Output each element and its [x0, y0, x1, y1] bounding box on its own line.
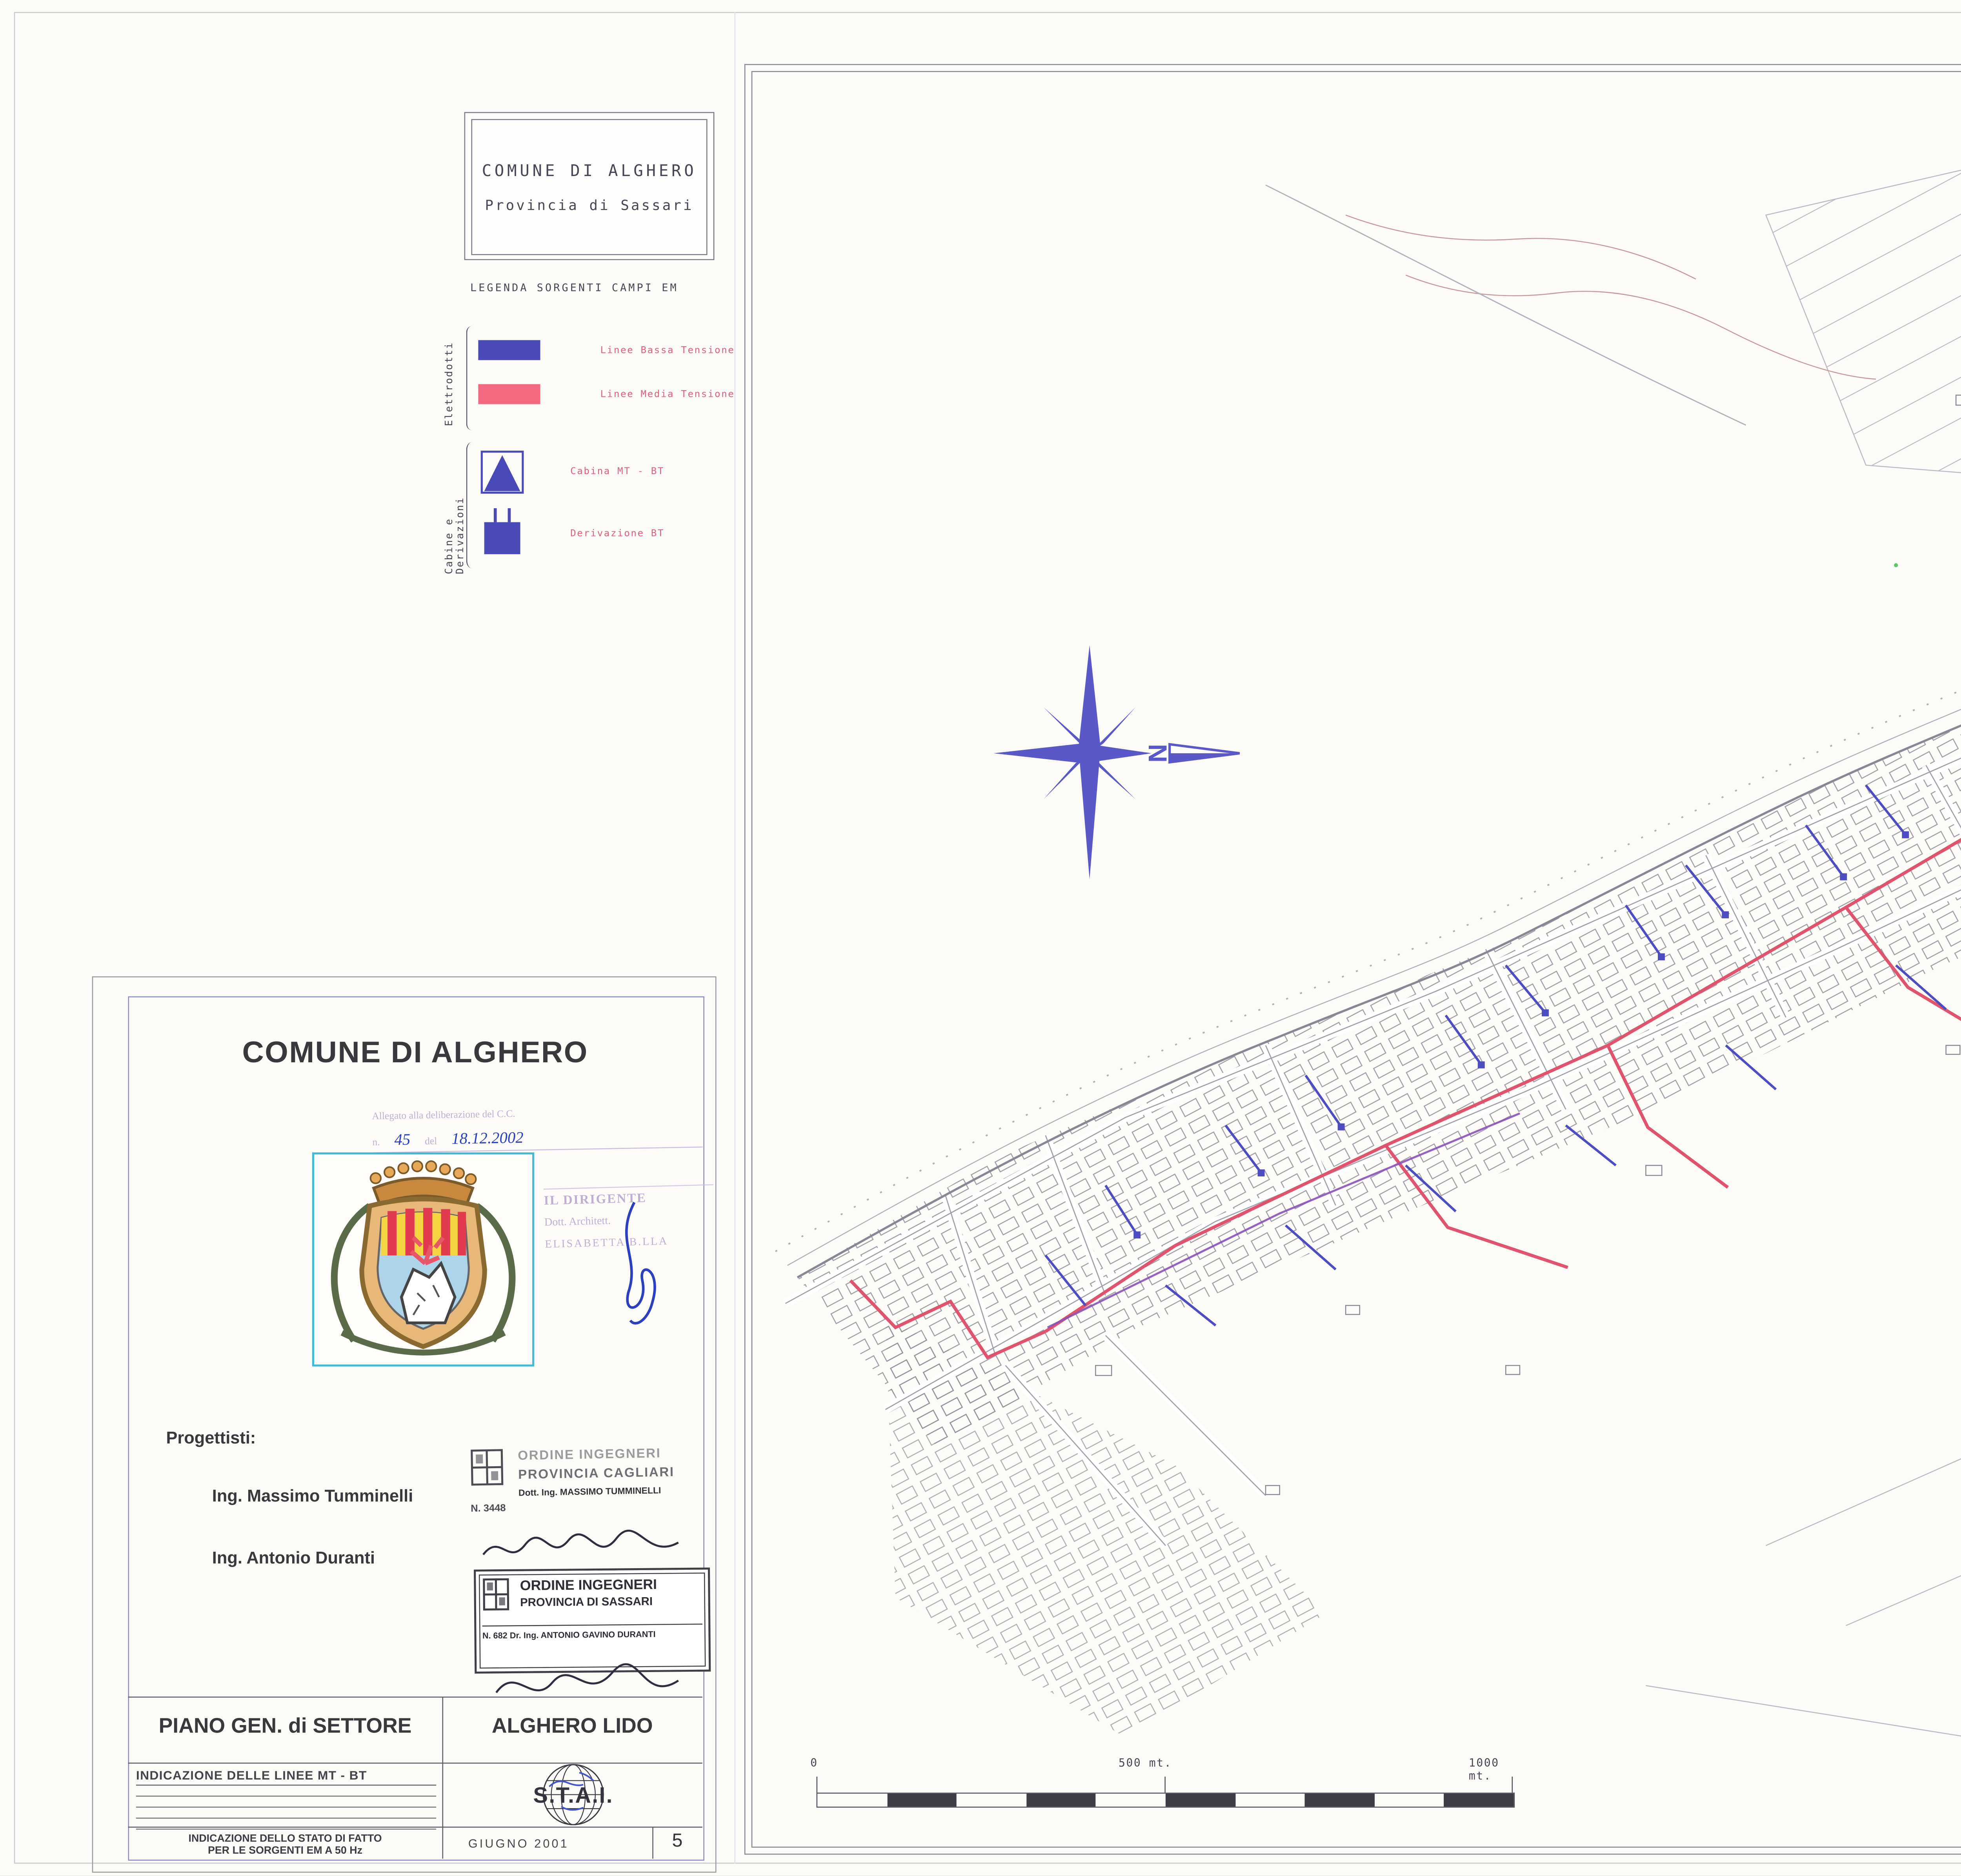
- piano-settore-title: PIANO GEN. di SETTORE: [128, 1714, 442, 1738]
- progettisti-label: Progettisti:: [166, 1429, 256, 1449]
- stamp-n: n.: [372, 1137, 380, 1148]
- field-area-ne: [1766, 123, 1961, 495]
- cabina-label: Cabina MT - BT: [570, 466, 664, 477]
- title-block-comune: COMUNE DI ALGHERO: [140, 1036, 690, 1071]
- compass-north-letter: N: [1143, 744, 1172, 763]
- stai-text: S.T.A.I.: [518, 1783, 628, 1809]
- revision-line: [136, 1807, 436, 1808]
- deliberation-number: 45: [394, 1132, 411, 1149]
- cagliari-stamp-line1: ORDINE INGEGNERI: [518, 1445, 674, 1463]
- cagliari-stamp-line3: Dott. Ing. MASSIMO TUMMINELLI: [518, 1485, 675, 1498]
- em-bracket-1: [466, 326, 474, 430]
- bt-line-swatch: [478, 340, 540, 360]
- stato-di-fatto-line1: INDICAZIONE DELLO STATO DI FATTO: [128, 1832, 442, 1845]
- mt-line-swatch: [478, 384, 540, 404]
- compass-rose: N: [993, 645, 1240, 879]
- revision-line: [136, 1796, 436, 1797]
- cagliari-stamp-number: N. 3448: [471, 1503, 511, 1515]
- cagliari-stamp-shield-icon: [470, 1448, 507, 1493]
- deliberation-stamp: Allegato alla deliberazione del C.C. n. …: [372, 1105, 703, 1153]
- date-giugno-2001: GIUGNO 2001: [468, 1837, 569, 1851]
- comune-title: COMUNE DI ALGHERO: [482, 160, 697, 179]
- sassari-stamp-line3: N. 682 Dr. Ing. ANTONIO GAVINO DURANTI: [482, 1623, 703, 1640]
- cabina-mt-bt-icon: [480, 450, 524, 494]
- scale-tick: [1512, 1777, 1513, 1793]
- mt-line-label: Linee Media Tensione: [600, 389, 735, 400]
- provincia-title: Provincia di Sassari: [485, 198, 693, 214]
- scale-bar-segments: [817, 1792, 1515, 1807]
- left-title-box: COMUNE DI ALGHERO Provincia di Sassari: [464, 112, 715, 260]
- tumminelli-signature: [478, 1529, 698, 1569]
- indicazione-linee-label: INDICAZIONE DELLE LINEE MT - BT: [136, 1769, 436, 1785]
- drawing-sheet: COMUNE DI ALGHERO Provincia di Sassari L…: [0, 0, 1961, 1876]
- em-legend-title: LEGENDA SORGENTI CAMPI EM: [470, 282, 679, 294]
- stamp-del: del: [425, 1136, 437, 1147]
- deliberation-date: 18.12.2002: [451, 1130, 524, 1148]
- revision-line: [136, 1829, 436, 1830]
- alghero-crest: [312, 1153, 534, 1367]
- cagliari-order-stamp: N. 3448 ORDINE INGEGNERI PROVINCIA CAGLI…: [470, 1444, 715, 1514]
- engineer-2: Ing. Antonio Duranti: [212, 1549, 375, 1569]
- scale-tick: [817, 1777, 818, 1793]
- scale-bar: 0 500 mt. 1000 mt.: [808, 1757, 1529, 1817]
- derivazione-label: Derivazione BT: [570, 528, 664, 539]
- inland-line: [1266, 185, 1746, 425]
- bt-line-label: Linee Bassa Tensione: [600, 345, 735, 356]
- parcel-lines: [1646, 1305, 1961, 1765]
- em-group-cabine: Cabine e Derivazioni: [444, 438, 466, 574]
- scale-label-0: 0: [810, 1757, 818, 1770]
- city-map: N: [745, 65, 1961, 1852]
- em-group-elettrodotti: Elettrodotti: [444, 330, 455, 426]
- stato-di-fatto-line2: PER LE SORGENTI EM A 50 Hz: [128, 1845, 442, 1857]
- scale-label-500: 500 mt.: [1119, 1757, 1172, 1770]
- alghero-lido-title: ALGHERO LIDO: [442, 1714, 702, 1738]
- scale-tick: [1164, 1777, 1166, 1793]
- sassari-order-stamp: ORDINE INGEGNERI PROVINCIA DI SASSARI N.…: [474, 1567, 711, 1674]
- sassari-stamp-shield-icon: [482, 1577, 512, 1620]
- title-block-table: PIANO GEN. di SETTORE ALGHERO LIDO INDIC…: [128, 1696, 702, 1858]
- revision-line: [136, 1818, 436, 1819]
- sassari-stamp-line2: PROVINCIA DI SASSARI: [520, 1596, 657, 1609]
- scale-label-1000: 1000 mt.: [1469, 1757, 1529, 1783]
- derivazione-bt-icon: [482, 508, 522, 556]
- crest-image: [314, 1154, 532, 1361]
- stai-logo: S.T.A.I.: [518, 1763, 628, 1827]
- sassari-stamp-line1: ORDINE INGEGNERI: [520, 1576, 657, 1593]
- urban-blocks-south: [886, 1318, 1326, 1738]
- em-bracket-2: [466, 442, 474, 568]
- sheet-number: 5: [652, 1831, 702, 1852]
- engineer-1: Ing. Massimo Tumminelli: [212, 1487, 413, 1507]
- dirigente-signature: [600, 1196, 671, 1336]
- map-sheet: N: [744, 64, 1961, 1854]
- urban-blocks-band: [797, 457, 1961, 1447]
- fold-line-left: [734, 12, 735, 1864]
- cagliari-stamp-line2: PROVINCIA CAGLIARI: [518, 1464, 675, 1482]
